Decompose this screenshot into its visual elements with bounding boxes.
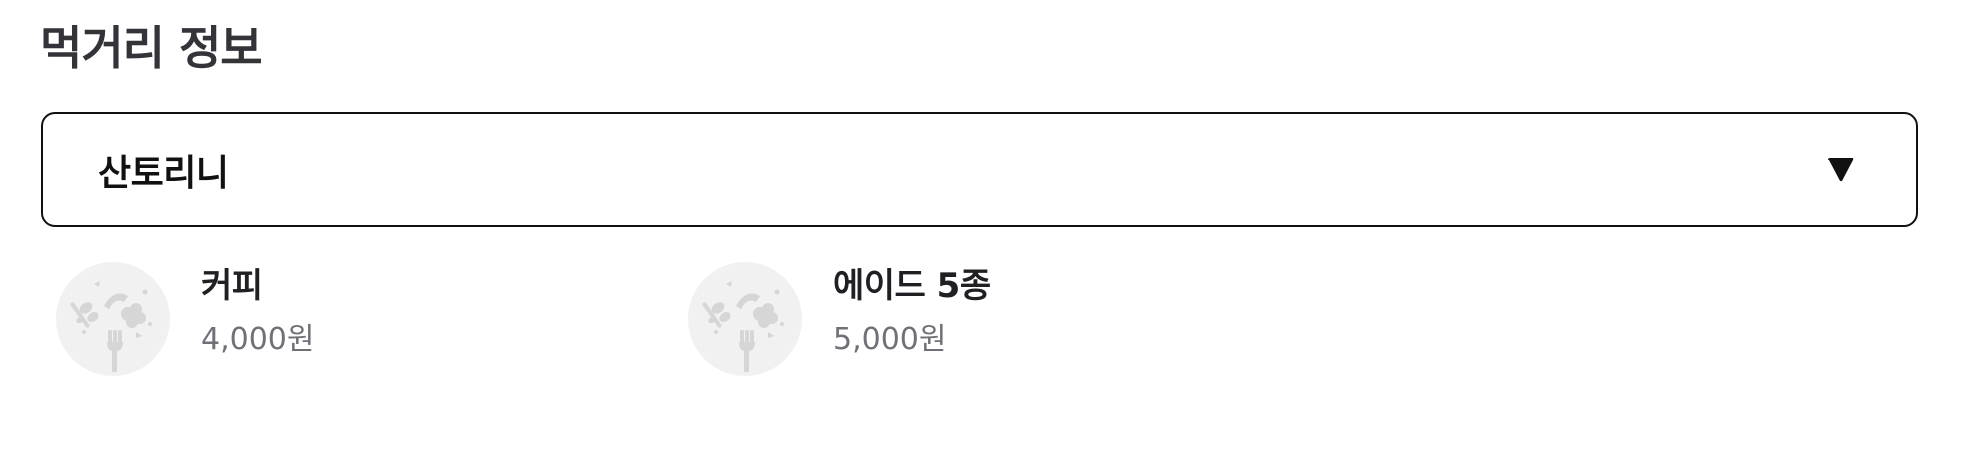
- section-title: 먹거리 정보: [40, 21, 263, 75]
- menu-item-price: 5,000원: [833, 322, 947, 357]
- menu-item[interactable]: 에이드 5종 5,000원: [688, 262, 1308, 378]
- menu-item-price: 4,000원: [201, 322, 315, 357]
- menu-item-name: 에이드 5종: [833, 266, 991, 306]
- menu-item[interactable]: 커피 4,000원: [56, 262, 676, 378]
- caret-down-icon: [1828, 157, 1854, 181]
- menu-item-name: 커피: [201, 266, 263, 306]
- dropdown-selected-value: 산토리니: [98, 152, 229, 194]
- venue-dropdown[interactable]: 산토리니: [41, 112, 1918, 227]
- food-placeholder-icon: [688, 262, 802, 376]
- food-placeholder-icon: [56, 262, 170, 376]
